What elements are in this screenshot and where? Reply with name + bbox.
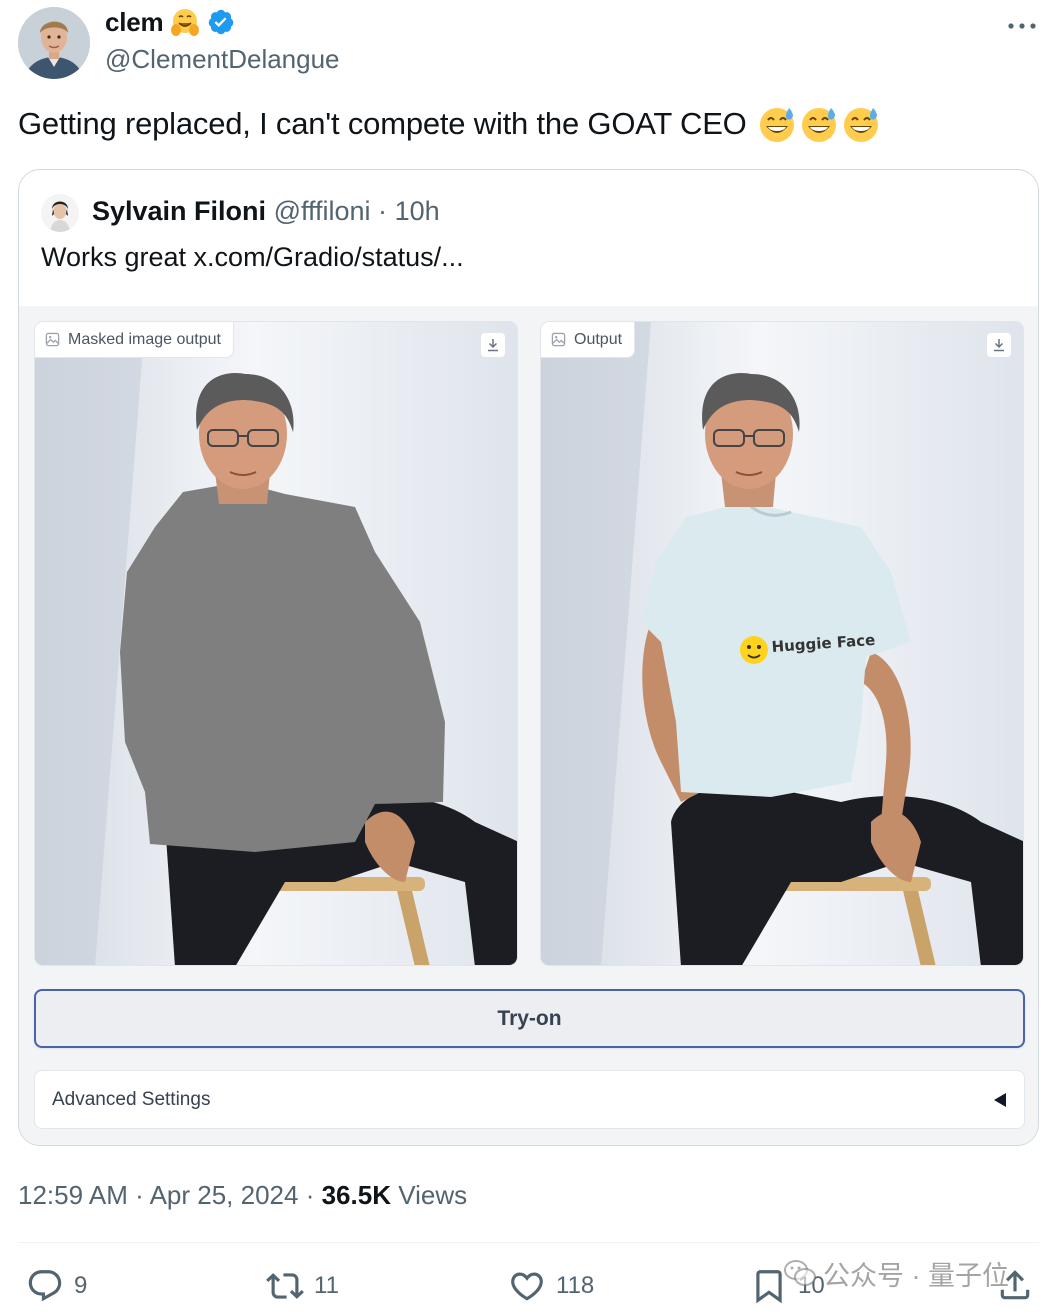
repost-icon xyxy=(266,1273,304,1299)
output-label-text: Output xyxy=(574,330,623,348)
reply-icon xyxy=(28,1270,62,1302)
output-label: Output xyxy=(541,322,636,358)
gradio-demo-screenshot: Masked image output Huggie Face Output T… xyxy=(19,306,1038,1145)
tweet-text-content: Getting replaced, I can't compete with t… xyxy=(18,106,747,141)
author-display-name[interactable]: clem xyxy=(105,7,164,38)
divider xyxy=(18,1242,1039,1243)
author-avatar[interactable] xyxy=(18,7,90,79)
hugging-face-emoji-icon xyxy=(171,9,200,36)
quote-header: Sylvain Filoni @fffiloni · 10h xyxy=(92,196,440,227)
download-output-button[interactable] xyxy=(986,332,1012,358)
masked-image-panel: Masked image output xyxy=(34,321,518,966)
repost-count: 11 xyxy=(314,1272,339,1299)
masked-photo xyxy=(35,322,517,965)
download-icon xyxy=(488,339,498,352)
quote-author-avatar[interactable] xyxy=(41,194,79,232)
reply-button[interactable]: 9 xyxy=(26,1266,87,1306)
author-handle[interactable]: @ClementDelangue xyxy=(105,44,340,75)
quote-author-handle[interactable]: @fffiloni xyxy=(274,196,371,226)
repost-button[interactable]: 11 xyxy=(266,1266,339,1306)
tweet-time[interactable]: 12:59 AM xyxy=(18,1180,128,1210)
reply-count: 9 xyxy=(74,1272,88,1299)
timestamp-separator: · xyxy=(305,1180,315,1210)
quote-separator: · xyxy=(378,196,388,226)
try-on-button[interactable]: Try-on xyxy=(34,989,1025,1048)
timestamp-separator: · xyxy=(135,1180,144,1210)
tweet-text: Getting replaced, I can't compete with t… xyxy=(18,104,881,144)
wechat-icon xyxy=(784,1260,816,1286)
grinning-sweat-emoji-icon xyxy=(843,108,878,142)
quote-text: Works great x.com/Gradio/status/... xyxy=(41,242,464,272)
quote-author-name[interactable]: Sylvain Filoni xyxy=(92,196,266,226)
heart-icon xyxy=(511,1272,543,1301)
tweet-emojis xyxy=(757,104,881,144)
views-count: 36.5K xyxy=(321,1180,391,1210)
author-name-row: clem xyxy=(105,6,235,38)
advanced-settings-accordion[interactable]: Advanced Settings xyxy=(34,1070,1025,1129)
more-options-icon[interactable] xyxy=(1004,16,1040,36)
download-icon xyxy=(994,339,1004,352)
verified-badge-icon[interactable] xyxy=(207,8,235,36)
output-photo: Huggie Face xyxy=(541,322,1023,965)
quote-age[interactable]: 10h xyxy=(395,196,440,226)
output-panel: Huggie Face Output xyxy=(540,321,1024,966)
masked-image-label-text: Masked image output xyxy=(68,330,221,348)
tweet-date[interactable]: Apr 25, 2024 xyxy=(150,1180,299,1210)
image-icon xyxy=(551,332,566,347)
quoted-tweet-card[interactable]: Sylvain Filoni @fffiloni · 10h Works gre… xyxy=(18,169,1039,1146)
grinning-sweat-emoji-icon xyxy=(801,108,836,142)
wechat-watermark: 公众号 · 量子位 xyxy=(783,1255,1009,1291)
advanced-settings-label: Advanced Settings xyxy=(52,1088,211,1110)
like-button[interactable]: 118 xyxy=(508,1266,594,1306)
like-count: 118 xyxy=(556,1272,595,1299)
tweet-timestamp: 12:59 AM · Apr 25, 2024 · 36.5K Views xyxy=(18,1180,467,1211)
grinning-sweat-emoji-icon xyxy=(759,108,794,142)
image-icon xyxy=(45,332,60,347)
watermark-text: 公众号 · 量子位 xyxy=(823,1260,1009,1291)
views-label: Views xyxy=(398,1180,468,1210)
caret-left-icon xyxy=(994,1093,1006,1107)
download-masked-button[interactable] xyxy=(480,332,506,358)
masked-image-label: Masked image output xyxy=(35,322,234,358)
